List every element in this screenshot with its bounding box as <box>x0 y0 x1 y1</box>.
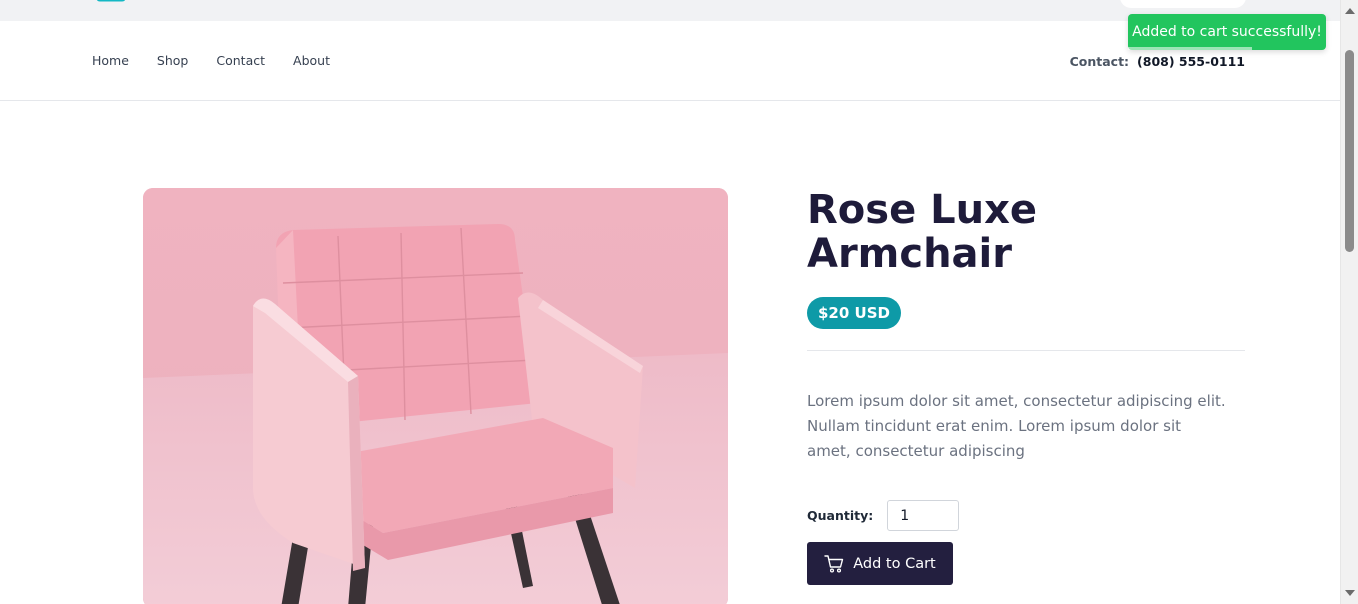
toast-progress-bar <box>1128 47 1252 50</box>
product-image <box>143 188 728 604</box>
quantity-row: Quantity: <box>807 500 1245 531</box>
logo-icon[interactable] <box>96 0 126 4</box>
nav-contact[interactable]: Contact <box>216 53 265 68</box>
product-details: Rose Luxe Armchair $20 USD Lorem ipsum d… <box>807 188 1245 585</box>
nav-about[interactable]: About <box>293 53 330 68</box>
product-title: Rose Luxe Armchair <box>807 187 1038 277</box>
toast-message: Added to cart successfully! <box>1132 24 1322 40</box>
armchair-illustration <box>143 188 728 604</box>
scroll-down-arrow-icon[interactable] <box>1345 590 1355 596</box>
nav-shop[interactable]: Shop <box>157 53 188 68</box>
add-to-cart-label: Add to Cart <box>853 555 936 572</box>
scroll-up-arrow-icon[interactable] <box>1345 8 1355 14</box>
contact-label: Contact: <box>1069 54 1130 69</box>
toast-notification[interactable]: Added to cart successfully! <box>1128 14 1326 50</box>
nav-links: Home Shop Contact About <box>92 53 358 68</box>
divider <box>807 350 1245 351</box>
quantity-input[interactable] <box>887 500 960 531</box>
cart-icon <box>824 554 844 573</box>
search-box-fragment[interactable] <box>1120 0 1246 8</box>
contact-number[interactable]: (808) 555-0111 <box>1137 54 1245 69</box>
product-description: Lorem ipsum dolor sit amet, consectetur … <box>807 392 1226 460</box>
product-page: Home Shop Contact About Contact: (808) 5… <box>0 0 1358 604</box>
price-badge: $20 USD <box>807 297 901 329</box>
quantity-label: Quantity: <box>807 508 874 523</box>
page-scrollbar[interactable] <box>1340 0 1358 604</box>
add-to-cart-button[interactable]: Add to Cart <box>807 542 953 585</box>
nav-home[interactable]: Home <box>92 53 129 68</box>
contact-info: Contact: (808) 555-0111 <box>1070 54 1245 69</box>
scrollbar-thumb[interactable] <box>1345 50 1354 252</box>
